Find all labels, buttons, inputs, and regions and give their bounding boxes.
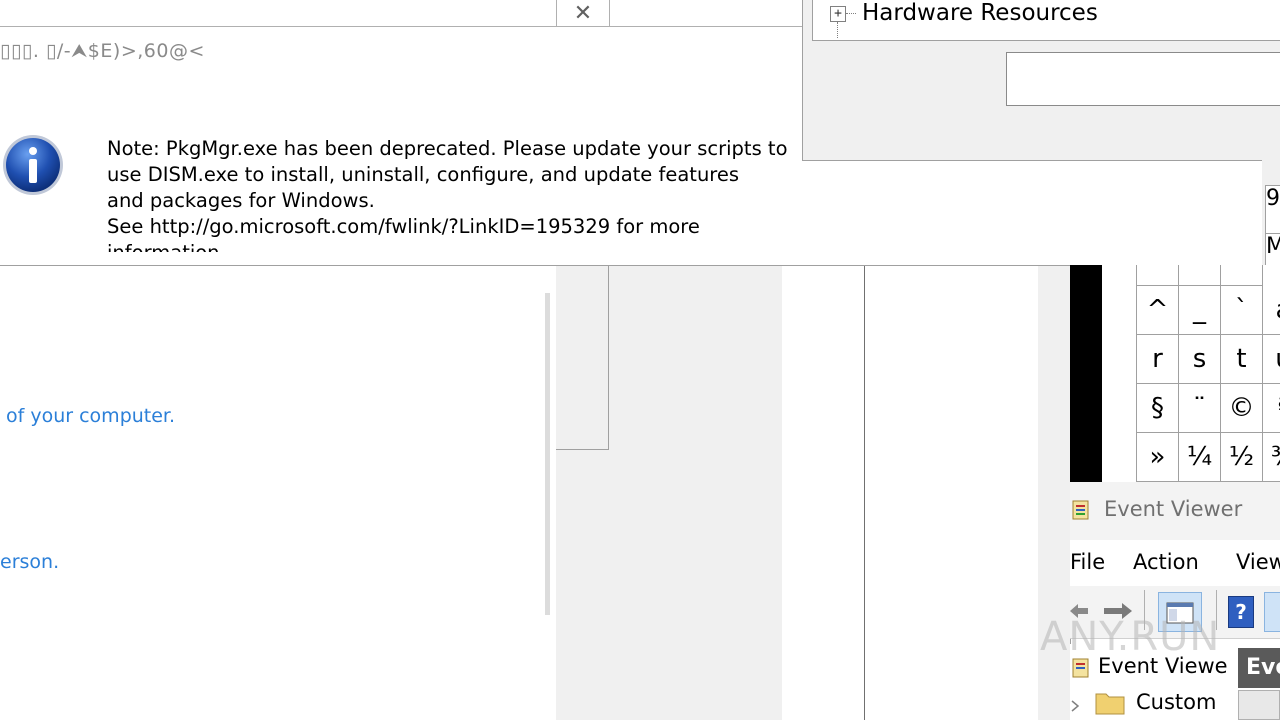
background-box xyxy=(556,265,609,450)
charmap-cell[interactable]: » xyxy=(1137,433,1179,482)
link-person[interactable]: erson. xyxy=(0,551,59,573)
charmap-cell[interactable]: ^ xyxy=(1137,286,1179,335)
charmap-cell[interactable]: © xyxy=(1221,384,1263,433)
charmap-cell[interactable]: § xyxy=(1137,384,1179,433)
charmap-grid: ^ _ ` a r s t u § ¨ © ª » ¼ ½ ¾ xyxy=(1102,265,1280,482)
menu-view[interactable]: View xyxy=(1236,550,1280,574)
charmap-cell[interactable]: _ xyxy=(1179,286,1221,335)
folder-icon xyxy=(1095,693,1125,715)
charmap-cell[interactable]: ¨ xyxy=(1179,384,1221,433)
event-viewer-pane-subheader xyxy=(1238,690,1280,720)
charmap-cell[interactable] xyxy=(1137,265,1179,286)
charmap-cell[interactable] xyxy=(1179,265,1221,286)
charmap-cell[interactable]: t xyxy=(1221,335,1263,384)
charmap-cell[interactable]: u xyxy=(1263,335,1280,384)
charmap-cell[interactable]: M xyxy=(1265,233,1280,266)
help-icon[interactable]: ? xyxy=(1228,596,1254,628)
close-button[interactable]: ✕ xyxy=(556,0,610,26)
scrollbar[interactable] xyxy=(545,293,550,615)
divider xyxy=(864,265,865,720)
link-of-your-computer[interactable]: of your computer. xyxy=(6,405,175,427)
charmap-cell[interactable]: s xyxy=(1179,335,1221,384)
background-pane xyxy=(782,265,1070,720)
charmap-scroll-region xyxy=(1070,265,1102,482)
properties-button[interactable] xyxy=(1264,592,1280,632)
tree-item-custom-views[interactable]: Custom xyxy=(1136,690,1216,714)
deprecation-message: Note: PkgMgr.exe has been deprecated. Pl… xyxy=(107,137,788,252)
tree-connector xyxy=(846,13,856,14)
charmap-cell[interactable]: ¼ xyxy=(1179,433,1221,482)
charmap-cell[interactable]: ¾ xyxy=(1263,433,1280,482)
charmap-cell[interactable]: a xyxy=(1263,286,1280,335)
charmap-grid-line xyxy=(1136,265,1137,482)
expand-arrow-icon[interactable] xyxy=(1070,700,1080,712)
info-icon xyxy=(3,135,63,195)
watermark: ANY.RUN xyxy=(1040,614,1221,660)
tree-connector-vertical xyxy=(837,22,838,38)
close-icon: ✕ xyxy=(573,0,593,26)
charmap-cell[interactable]: ` xyxy=(1221,286,1263,335)
tree-item-hardware-resources[interactable]: Hardware Resources xyxy=(862,0,1098,26)
event-viewer-icon xyxy=(1072,500,1089,520)
find-what-input[interactable] xyxy=(1006,52,1280,106)
expand-icon[interactable]: + xyxy=(830,6,846,22)
background-window: of your computer. erson. xyxy=(0,265,556,720)
dialog-title-text: ▯▯▯. ▯/-⮝$E)>,60@< xyxy=(0,40,205,62)
menu-file[interactable]: File xyxy=(1070,550,1105,574)
charmap-cell[interactable] xyxy=(1221,265,1263,286)
charmap-cell[interactable]: 9 xyxy=(1265,185,1280,234)
charmap-cell[interactable]: ª xyxy=(1263,384,1280,433)
dialog-title-strip xyxy=(0,0,808,27)
event-viewer-title: Event Viewer xyxy=(1104,497,1243,521)
menu-action[interactable]: Action xyxy=(1133,550,1199,574)
charmap-cell[interactable]: ½ xyxy=(1221,433,1263,482)
event-viewer-pane-header: Eve xyxy=(1238,648,1280,688)
charmap-cell[interactable]: r xyxy=(1137,335,1179,384)
